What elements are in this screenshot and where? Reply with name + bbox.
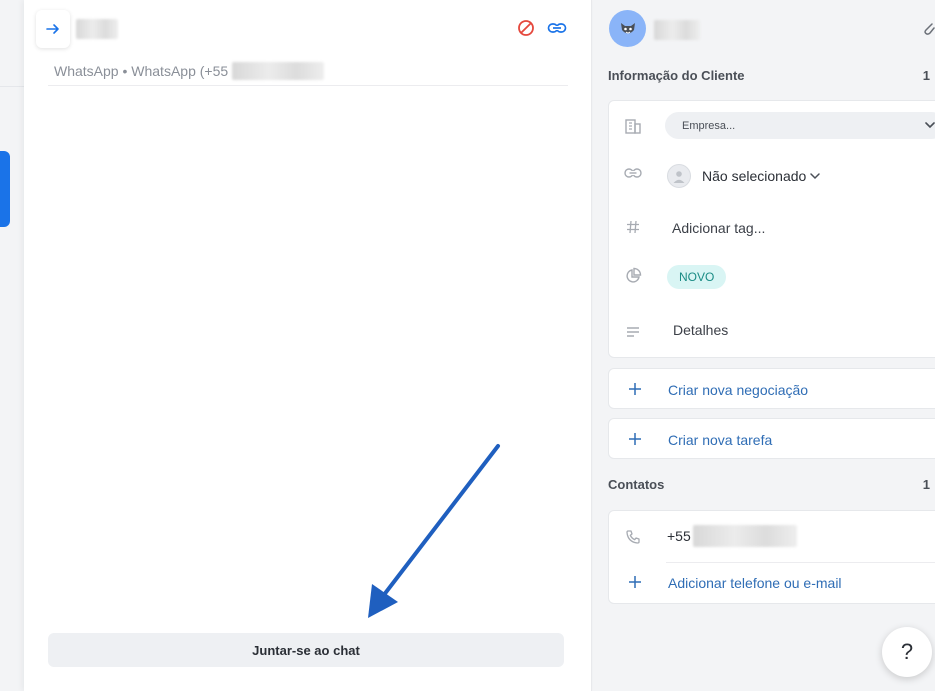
contacts-count: 1 <box>922 477 930 492</box>
create-deal-button[interactable]: Criar nova negociação <box>608 368 935 409</box>
link-icon[interactable] <box>547 19 567 37</box>
avatar[interactable] <box>609 10 646 47</box>
add-contact-button[interactable]: Adicionar telefone ou e-mail <box>609 563 935 603</box>
background-strip <box>0 0 24 691</box>
contact-name-redacted <box>76 19 118 39</box>
hash-icon <box>624 218 642 236</box>
block-icon[interactable] <box>517 19 535 37</box>
user-icon <box>667 164 691 188</box>
channel-text: WhatsApp • WhatsApp (+55 <box>54 63 229 79</box>
create-deal-label: Criar nova negociação <box>668 382 809 398</box>
phone-entry[interactable]: +55 <box>667 525 797 547</box>
plus-icon <box>629 433 641 445</box>
client-sidebar: Informação do Cliente 1 Empresa... Não s… <box>593 0 935 691</box>
phone-icon <box>624 528 642 546</box>
chat-header-actions <box>517 19 567 37</box>
chevron-down-icon <box>810 173 821 180</box>
background-divider <box>0 86 24 87</box>
arrow-right-icon <box>46 24 59 34</box>
collapse-panel-button[interactable] <box>36 10 70 48</box>
annotation-arrow <box>368 444 500 618</box>
responsible-selector[interactable]: Não selecionado <box>667 164 822 188</box>
paperclip-icon[interactable] <box>921 18 935 36</box>
create-task-button[interactable]: Criar nova tarefa <box>608 418 935 459</box>
create-task-label: Criar nova tarefa <box>668 432 773 448</box>
building-icon <box>624 117 642 135</box>
company-select[interactable]: Empresa... <box>665 112 935 139</box>
help-button[interactable]: ? <box>882 627 932 677</box>
header-divider <box>48 85 568 86</box>
animal-avatar-icon <box>620 22 635 33</box>
active-conversation-marker[interactable] <box>0 151 10 227</box>
phone-number-redacted <box>232 62 325 80</box>
chevron-down-icon <box>925 122 935 129</box>
details-label[interactable]: Detalhes <box>673 322 728 338</box>
client-info-title: Informação do Cliente <box>608 68 745 83</box>
chat-panel: WhatsApp • WhatsApp (+55 Juntar-se ao ch… <box>24 0 592 691</box>
join-chat-button[interactable]: Juntar-se ao chat <box>48 633 564 667</box>
plus-icon <box>629 383 641 395</box>
contacts-title: Contatos <box>608 477 665 492</box>
client-info-count: 1 <box>922 68 930 83</box>
company-select-placeholder: Empresa... <box>682 119 736 132</box>
client-name-redacted <box>654 20 700 40</box>
pie-chart-icon <box>624 267 642 285</box>
add-tag-input[interactable]: Adicionar tag... <box>672 220 765 236</box>
add-contact-label: Adicionar telefone ou e-mail <box>668 575 842 591</box>
client-info-card: Empresa... Não selecionado Adicionar tag… <box>608 100 935 358</box>
chat-channel-info: WhatsApp • WhatsApp (+55 <box>54 62 325 80</box>
status-badge[interactable]: NOVO <box>667 265 727 289</box>
phone-prefix: +55 <box>667 528 691 544</box>
link-icon <box>624 164 642 182</box>
contacts-card: +55 Adicionar telefone ou e-mail <box>608 510 935 604</box>
plus-icon <box>629 576 641 588</box>
phone-number-redacted <box>692 525 797 547</box>
responsible-label: Não selecionado <box>702 168 807 184</box>
lines-icon <box>624 323 642 341</box>
